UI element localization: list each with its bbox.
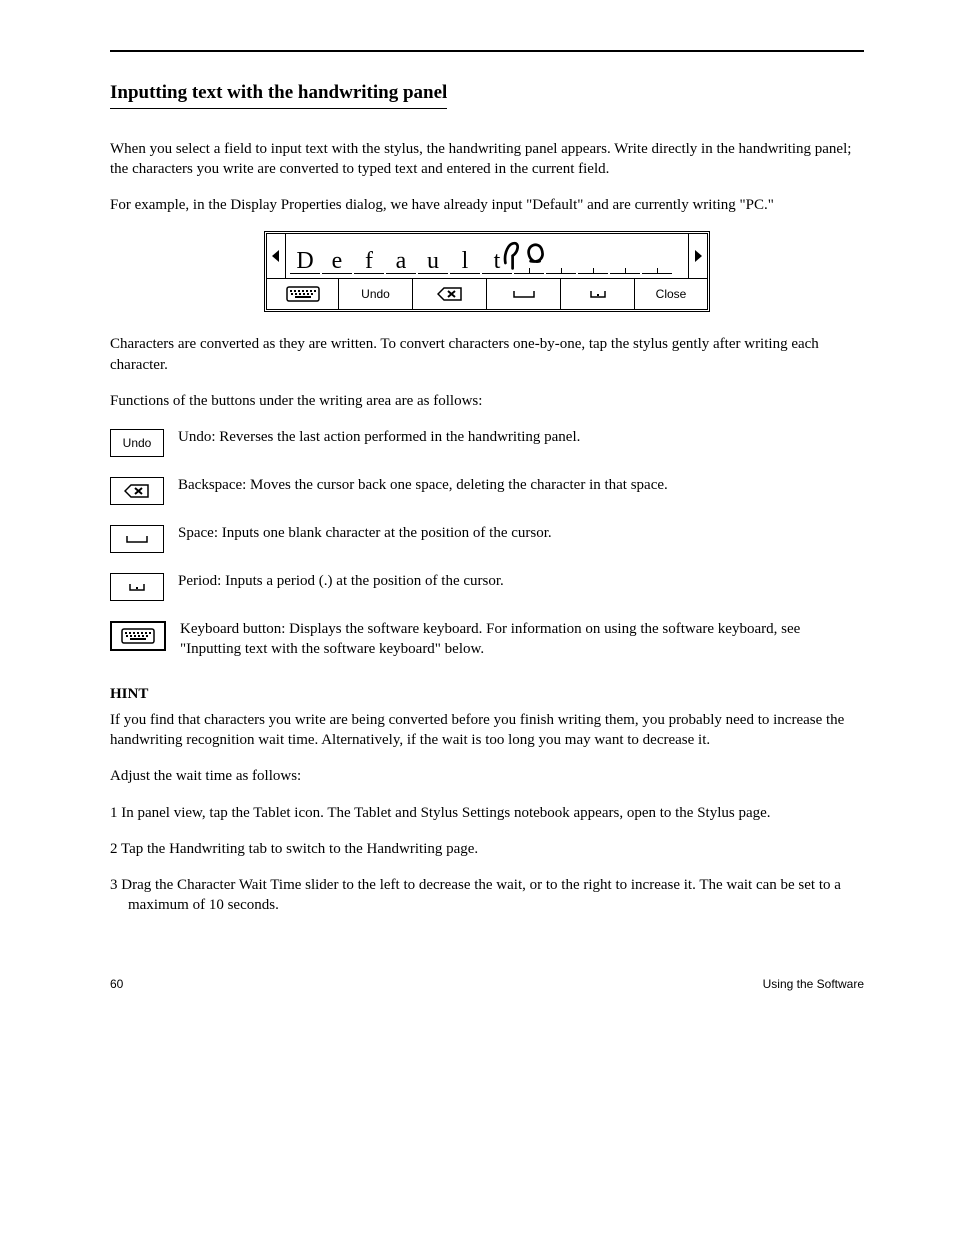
period-button[interactable] <box>561 279 635 309</box>
paragraph-intro-1: When you select a field to input text wi… <box>110 139 864 180</box>
handwriting-panel: D e f a u l t <box>264 231 710 312</box>
legend-period-icon <box>110 573 164 601</box>
recognized-char: e <box>322 249 352 274</box>
hint-step-2: 2 Tap the Handwriting tab to switch to t… <box>110 839 864 859</box>
paragraph-after-panel: Characters are converted as they are wri… <box>110 334 864 375</box>
hint-step-3: 3 Drag the Character Wait Time slider to… <box>110 875 864 916</box>
recognized-char: f <box>354 249 384 274</box>
hint-step-1: 1 In panel view, tap the Tablet icon. Th… <box>110 803 864 823</box>
hint-heading: HINT <box>110 684 864 704</box>
recognized-char: D <box>290 249 320 274</box>
close-button-label: Close <box>656 286 687 302</box>
paragraph-intro-2: For example, in the Display Properties d… <box>110 195 864 215</box>
close-button[interactable]: Close <box>635 279 707 309</box>
legend-period-text: Period: Inputs a period (.) at the posit… <box>178 571 864 591</box>
footer-page-number: 60 <box>110 976 123 992</box>
legend-space-text: Space: Inputs one blank character at the… <box>178 523 864 543</box>
legend-space-icon <box>110 525 164 553</box>
legend-intro: Functions of the buttons under the writi… <box>110 391 864 411</box>
handwriting-input-area[interactable]: D e f a u l t <box>285 234 689 278</box>
hint-steps-lead: Adjust the wait time as follows: <box>110 766 864 786</box>
hint-body: If you find that characters you write ar… <box>110 710 864 751</box>
recognized-char: a <box>386 249 416 274</box>
char-slot <box>610 251 640 274</box>
section-heading: Inputting text with the handwriting pane… <box>110 80 447 109</box>
scroll-right-button[interactable] <box>689 234 707 278</box>
undo-button[interactable]: Undo <box>339 279 413 309</box>
space-button[interactable] <box>487 279 561 309</box>
legend-undo-icon: Undo <box>110 429 164 457</box>
legend-undo-text: Undo: Reverses the last action performed… <box>178 427 864 447</box>
char-slot <box>578 251 608 274</box>
backspace-button[interactable] <box>413 279 487 309</box>
legend-backspace-text: Backspace: Moves the cursor back one spa… <box>178 475 864 495</box>
legend-keyboard-icon <box>110 621 166 651</box>
footer-section-title: Using the Software <box>763 976 864 992</box>
handwriting-ink <box>496 236 576 272</box>
recognized-char: u <box>418 249 448 274</box>
keyboard-button[interactable] <box>267 279 339 309</box>
horizontal-rule <box>110 50 864 52</box>
legend-backspace-icon <box>110 477 164 505</box>
recognized-char: l <box>450 249 480 274</box>
char-slot <box>642 251 672 274</box>
legend-keyboard-text: Keyboard button: Displays the software k… <box>180 619 864 660</box>
scroll-left-button[interactable] <box>267 234 285 278</box>
undo-button-label: Undo <box>361 286 390 302</box>
